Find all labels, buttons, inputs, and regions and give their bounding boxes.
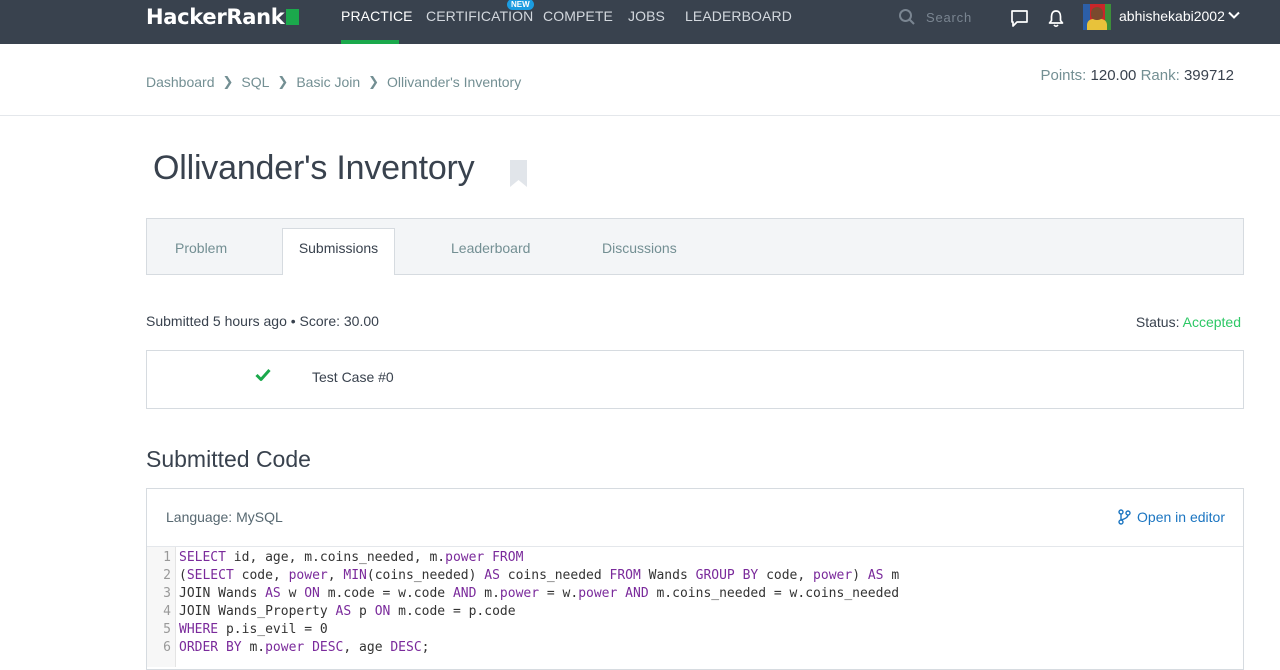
code-line: 1 SELECT id, age, m.coins_needed, m.powe…	[147, 549, 1243, 567]
rank-value: 399712	[1183, 67, 1234, 84]
code-panel-header: Language: MySQL Open in editor	[147, 489, 1243, 547]
chevron-down-icon[interactable]	[1227, 8, 1241, 22]
code-editor[interactable]: 1 SELECT id, age, m.coins_needed, m.powe…	[147, 547, 1243, 667]
line-number: 3	[163, 586, 171, 601]
status-label: Status:	[1135, 314, 1180, 330]
check-icon	[255, 368, 271, 381]
breadcrumb-bar: Dashboard ❯ SQL ❯ Basic Join ❯ Ollivande…	[0, 44, 1280, 116]
username[interactable]: abhishekabi2002	[1119, 8, 1225, 24]
nav-certification[interactable]: CERTIFICATION	[426, 8, 533, 24]
code-line: 3 JOIN Wands AS w ON m.code = w.code AND…	[147, 585, 1243, 603]
tab-discussions[interactable]: Discussions	[602, 240, 677, 256]
code-text: ORDER BY m.power DESC, age DESC;	[179, 640, 430, 655]
code-panel: Language: MySQL Open in editor 1 SELECT …	[146, 488, 1244, 670]
tab-submissions[interactable]: Submissions	[282, 228, 395, 275]
bell-icon[interactable]	[1047, 9, 1065, 28]
breadcrumb-basic-join[interactable]: Basic Join	[296, 74, 360, 90]
avatar[interactable]	[1083, 4, 1111, 30]
code-line: 5 WHERE p.is_evil = 0	[147, 621, 1243, 639]
branch-icon	[1118, 509, 1131, 525]
search-icon	[899, 9, 915, 25]
test-case-label: Test Case #0	[312, 369, 394, 385]
logo-text: HackerRank	[146, 5, 285, 29]
top-navbar: HackerRank PRACTICE CERTIFICATION NEW CO…	[0, 0, 1280, 44]
tab-leaderboard[interactable]: Leaderboard	[451, 240, 530, 256]
status-value: Accepted	[1182, 314, 1241, 330]
breadcrumb-sql[interactable]: SQL	[241, 74, 269, 90]
tab-submissions-label: Submissions	[298, 240, 379, 256]
open-in-editor-button[interactable]: Open in editor	[1118, 509, 1225, 525]
nav-leaderboard[interactable]: LEADERBOARD	[685, 8, 792, 24]
tab-bar: Problem Submissions Leaderboard Discussi…	[146, 218, 1244, 275]
hackerrank-logo[interactable]: HackerRank	[146, 5, 300, 29]
search-box[interactable]: Search	[898, 8, 972, 26]
tab-problem[interactable]: Problem	[175, 240, 227, 256]
code-line: 4 JOIN Wands_Property AS p ON m.code = p…	[147, 603, 1243, 621]
code-text: SELECT id, age, m.coins_needed, m.power …	[179, 550, 524, 565]
code-text: WHERE p.is_evil = 0	[179, 622, 328, 637]
breadcrumb-dashboard[interactable]: Dashboard	[146, 74, 215, 90]
nav-practice[interactable]: PRACTICE	[341, 8, 413, 24]
code-line: 2 (SELECT code, power, MIN(coins_needed)…	[147, 567, 1243, 585]
points-label: Points:	[1040, 67, 1087, 84]
status: Status: Accepted	[1136, 314, 1241, 330]
breadcrumb-current: Ollivander's Inventory	[387, 74, 522, 90]
rank-label: Rank:	[1140, 67, 1180, 84]
chat-icon[interactable]	[1010, 9, 1029, 28]
search-input[interactable]: Search	[926, 10, 972, 25]
chevron-right-icon: ❯	[277, 74, 289, 89]
nav-compete[interactable]: COMPETE	[543, 8, 613, 24]
logo-block	[286, 9, 300, 25]
breadcrumb: Dashboard ❯ SQL ❯ Basic Join ❯ Ollivande…	[146, 74, 521, 90]
points-rank: Points: 120.00 Rank: 399712	[1040, 67, 1234, 84]
line-number: 5	[163, 622, 171, 637]
points-value: 120.00	[1090, 67, 1137, 84]
page-title: Ollivander's Inventory	[153, 149, 475, 187]
line-number: 1	[163, 550, 171, 565]
code-text: JOIN Wands AS w ON m.code = w.code AND m…	[179, 586, 900, 601]
code-text: JOIN Wands_Property AS p ON m.code = p.c…	[179, 604, 516, 619]
code-line: 6 ORDER BY m.power DESC, age DESC;	[147, 639, 1243, 657]
language-label: Language: MySQL	[166, 509, 283, 525]
chevron-right-icon: ❯	[368, 74, 380, 89]
code-text: (SELECT code, power, MIN(coins_needed) A…	[179, 568, 900, 583]
nav-jobs[interactable]: JOBS	[628, 8, 665, 24]
new-badge: NEW	[507, 0, 534, 10]
submitted-code-heading: Submitted Code	[146, 446, 311, 472]
submission-summary: Submitted 5 hours ago • Score: 30.00	[146, 313, 379, 329]
open-in-editor-label: Open in editor	[1137, 509, 1225, 525]
chevron-right-icon: ❯	[222, 74, 234, 89]
line-number: 2	[163, 568, 171, 583]
bookmark-icon[interactable]	[510, 160, 527, 187]
test-case-row[interactable]: Test Case #0	[146, 350, 1244, 409]
line-number: 4	[163, 604, 171, 619]
line-number: 6	[163, 640, 171, 655]
